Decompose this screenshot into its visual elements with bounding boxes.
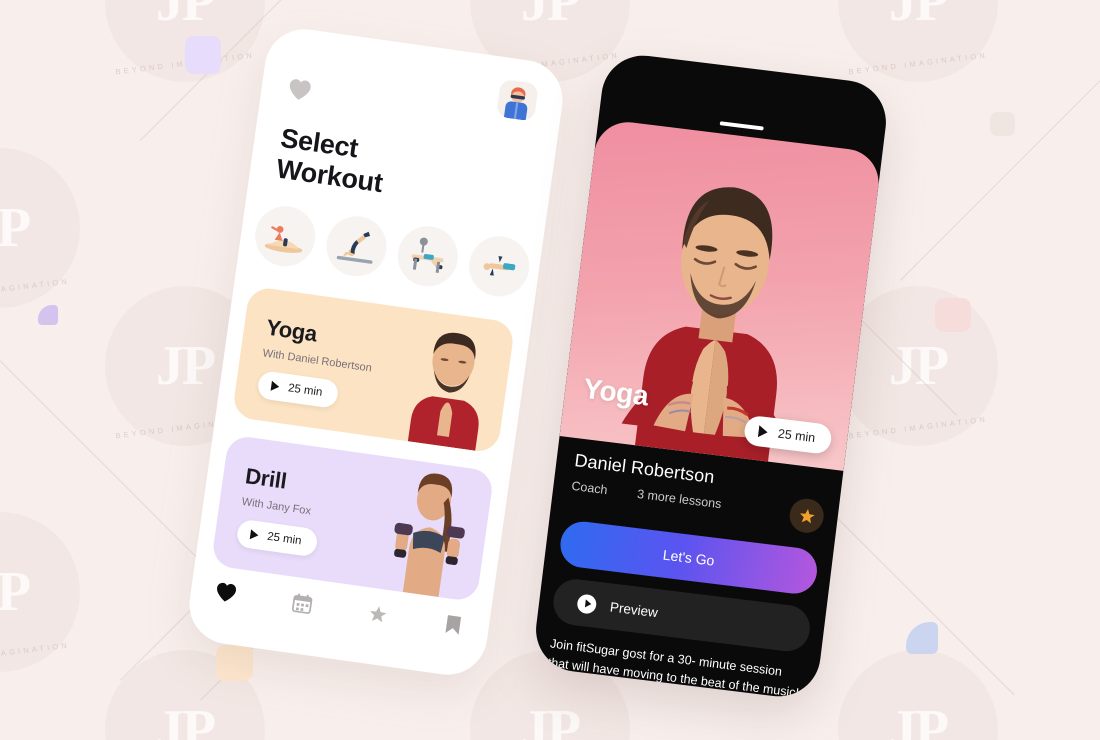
leg-raise-icon — [336, 231, 373, 264]
category-plank[interactable] — [465, 232, 534, 301]
watermark-monogram: JP — [0, 197, 31, 259]
nav-saved[interactable] — [439, 610, 468, 639]
purple-leaf — [38, 305, 58, 325]
watermark-monogram: JP — [888, 699, 949, 740]
play-icon — [270, 380, 280, 392]
star-icon — [799, 508, 815, 523]
pale-square — [990, 112, 1015, 136]
workout-card[interactable]: Yoga With Daniel Robertson 25 min — [231, 285, 516, 454]
nav-favorites[interactable] — [211, 578, 240, 607]
drag-handle[interactable] — [719, 121, 764, 131]
rating-badge[interactable] — [787, 496, 826, 535]
watermark-caption: BEYOND IMAGINATION — [0, 640, 71, 666]
watermark-monogram: JP — [520, 0, 581, 33]
watermark: JP BEYOND IMAGINATION — [0, 148, 80, 308]
category-stretch[interactable] — [251, 202, 320, 271]
watermark: JP BEYOND IMAGINATION — [0, 512, 80, 672]
workout-duration-button[interactable]: 25 min — [235, 518, 319, 558]
watermark-caption: BEYOND IMAGINATION — [114, 50, 256, 77]
canvas: JP BEYOND IMAGINATION JP BEYOND IMAGINAT… — [0, 0, 1100, 740]
workout-photo — [365, 458, 494, 602]
blush-square — [935, 298, 971, 332]
watermark-monogram: JP — [155, 335, 216, 397]
watermark-caption: BEYOND IMAGINATION — [847, 50, 989, 77]
diagonal-line — [900, 67, 1100, 281]
watermark-monogram: JP — [888, 0, 949, 33]
avatar[interactable] — [495, 78, 539, 122]
workout-subtitle: With Jany Fox — [241, 495, 312, 518]
plank-icon — [483, 256, 516, 276]
watermark: JP BEYOND IMAGINATION — [838, 650, 998, 740]
category-pilates[interactable] — [322, 212, 391, 281]
workout-duration-label: 25 min — [266, 530, 303, 548]
yoga-stretch-icon — [264, 226, 303, 253]
lessons-count: 3 more lessons — [636, 486, 723, 512]
left-phone-frame: Select Workout Yoga With Daniel Robertso… — [184, 24, 568, 680]
watermark-monogram: JP — [888, 335, 949, 397]
watermark: JP BEYOND IMAGINATION — [105, 0, 265, 82]
lets-go-label: Let's Go — [662, 546, 716, 569]
play-icon — [758, 425, 769, 439]
watermark: JP BEYOND IMAGINATION — [105, 650, 265, 740]
category-row — [251, 202, 534, 301]
blue-leaf — [906, 622, 938, 654]
workout-card-text: Drill With Jany Fox — [241, 463, 316, 517]
category-bench[interactable] — [393, 222, 462, 291]
workout-duration-button[interactable]: 25 min — [256, 370, 340, 409]
nav-discover[interactable] — [363, 599, 392, 628]
workout-duration-label: 25 min — [287, 382, 324, 399]
hero-image: Yoga 25 min — [559, 118, 883, 471]
workout-card-text: Yoga With Daniel Robertson — [262, 315, 377, 375]
watermark-monogram: JP — [520, 699, 581, 740]
watermark-monogram: JP — [155, 699, 216, 740]
favorite-heart-icon[interactable] — [286, 77, 313, 102]
coach-photo — [621, 187, 787, 462]
diagonal-line — [0, 300, 223, 584]
bench-press-icon — [411, 237, 444, 273]
workout-photo — [386, 310, 515, 454]
star-icon — [370, 605, 387, 622]
nav-schedule[interactable] — [287, 588, 316, 617]
right-phone-frame: Yoga 25 min Daniel Robertson Coach 3 mor… — [531, 50, 891, 702]
lavender-square — [185, 36, 221, 74]
watermark-caption: BEYOND IMAGINATION — [847, 414, 989, 441]
calendar-icon — [291, 593, 312, 614]
bookmark-icon — [446, 614, 462, 635]
play-icon — [249, 529, 260, 541]
preview-label: Preview — [609, 598, 659, 620]
workout-card[interactable]: Drill With Jany Fox 25 min — [210, 434, 495, 603]
watermark: JP BEYOND IMAGINATION — [838, 0, 998, 82]
heart-icon — [217, 582, 237, 602]
hero-duration-label: 25 min — [777, 426, 817, 446]
cream-square — [216, 645, 253, 681]
watermark-monogram: JP — [0, 561, 31, 623]
watermark-caption: BEYOND IMAGINATION — [0, 276, 71, 302]
coach-role: Coach — [570, 478, 609, 498]
workout-title: Drill — [243, 463, 289, 494]
page-title: Select Workout — [275, 123, 389, 198]
watermark-monogram: JP — [155, 0, 216, 33]
play-circle-icon — [576, 592, 598, 615]
